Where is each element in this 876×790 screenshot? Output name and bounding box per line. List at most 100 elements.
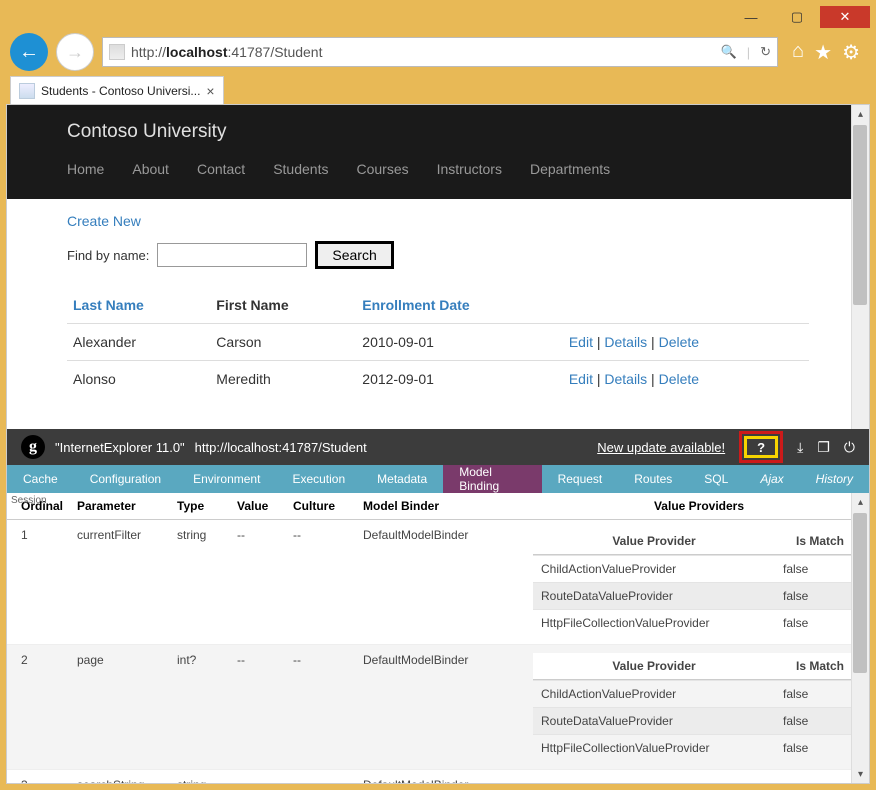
browser-tab[interactable]: Students - Contoso Universi... × <box>10 76 224 104</box>
nav-link-instructors[interactable]: Instructors <box>437 161 502 177</box>
details-link[interactable]: Details <box>604 371 647 387</box>
settings-icon[interactable]: ⚙ <box>842 40 860 65</box>
glimpse-update-link[interactable]: New update available! <box>597 440 725 455</box>
nav-link-departments[interactable]: Departments <box>530 161 610 177</box>
titlebar: — ▢ ✕ <box>6 6 870 32</box>
vp-name: ChildActionValueProvider <box>533 681 775 707</box>
minimize-button[interactable]: — <box>728 6 774 28</box>
vp-row: HttpFileCollectionValueProviderfalse <box>533 609 865 636</box>
nav-link-students[interactable]: Students <box>273 161 328 177</box>
glimpse-tabs: CacheConfigurationEnvironmentExecutionMe… <box>7 465 869 493</box>
url-text: http://localhost:41787/Student <box>131 44 721 60</box>
table-row: AlonsoMeredith2012-09-01Edit | Details |… <box>67 361 809 398</box>
chrome-buttons: ⌂ ★ ⚙ <box>786 40 866 65</box>
glimpse-tab-model-binding[interactable]: Model Binding <box>443 465 541 493</box>
site-brand[interactable]: Contoso University <box>67 121 809 143</box>
glimpse-tab-configuration[interactable]: Configuration <box>74 465 177 493</box>
glimpse-tab-history[interactable]: History <box>800 465 869 493</box>
cell-culture: -- <box>289 770 359 783</box>
cell-actions: Edit | Details | Delete <box>563 324 809 361</box>
addr-divider: | <box>747 45 750 60</box>
nav-link-about[interactable]: About <box>132 161 169 177</box>
hdr-parameter: Parameter <box>73 493 173 519</box>
cell-last: Alonso <box>67 361 210 398</box>
details-link[interactable]: Details <box>604 334 647 350</box>
back-button[interactable]: ← <box>10 33 48 71</box>
col-last-name[interactable]: Last Name <box>73 297 144 313</box>
glimpse-tab-metadata[interactable]: Metadata <box>361 465 443 493</box>
glimpse-tab-routes[interactable]: Routes <box>618 465 688 493</box>
glimpse-help-button[interactable]: ? <box>744 436 778 458</box>
cell-value: -- <box>233 645 289 769</box>
glimpse-tab-ajax[interactable]: Ajax <box>744 465 799 493</box>
cell-binder: DefaultModelBinder <box>359 770 529 783</box>
cell-type: string <box>173 520 233 644</box>
value-providers: Value ProviderIs MatchChildActionValuePr… <box>529 770 869 783</box>
address-bar[interactable]: http://localhost:41787/Student 🔍 | ↻ <box>102 37 778 67</box>
cell-last: Alexander <box>67 324 210 361</box>
scroll-thumb[interactable] <box>853 125 867 305</box>
nav-link-home[interactable]: Home <box>67 161 104 177</box>
edit-link[interactable]: Edit <box>569 334 593 350</box>
search-button[interactable]: Search <box>315 241 393 269</box>
create-new-link[interactable]: Create New <box>67 213 141 229</box>
glimpse-panel: g "InternetExplorer 11.0" http://localho… <box>7 429 869 783</box>
vp-hdr-provider: Value Provider <box>533 528 775 554</box>
cell-actions: Edit | Details | Delete <box>563 361 809 398</box>
forward-button[interactable]: → <box>56 33 94 71</box>
glimpse-scroll-up-icon[interactable]: ▴ <box>852 493 869 511</box>
cell-value: -- <box>233 520 289 644</box>
glimpse-tab-cache[interactable]: Cache <box>7 465 74 493</box>
nav-links: Home About Contact Students Courses Instructo… <box>67 161 809 177</box>
glimpse-grid-header: Ordinal Parameter Type Value Culture Mod… <box>7 493 869 520</box>
vp-name: HttpFileCollectionValueProvider <box>533 735 775 761</box>
vp-name: ChildActionValueProvider <box>533 556 775 582</box>
cell-culture: -- <box>289 520 359 644</box>
tab-strip: Students - Contoso Universi... × <box>6 72 870 104</box>
tab-title: Students - Contoso Universi... <box>41 84 200 98</box>
scroll-up-icon[interactable]: ▴ <box>852 105 869 123</box>
glimpse-logo-icon[interactable]: g <box>21 435 45 459</box>
glimpse-scroll-down-icon[interactable]: ▾ <box>852 765 869 783</box>
forward-arrow-icon: → <box>66 42 84 63</box>
tab-close-icon[interactable]: × <box>206 83 214 99</box>
glimpse-help-highlight: ? <box>739 431 783 463</box>
maximize-button[interactable]: ▢ <box>774 6 820 28</box>
find-label: Find by name: <box>67 248 149 263</box>
url-prefix: http:// <box>131 44 166 60</box>
col-enroll-date[interactable]: Enrollment Date <box>362 297 469 313</box>
glimpse-tab-environment[interactable]: Environment <box>177 465 276 493</box>
glimpse-scroll-thumb[interactable] <box>853 513 867 673</box>
browser-window: — ▢ ✕ ← → http://localhost:41787/Student… <box>0 0 876 790</box>
delete-link[interactable]: Delete <box>659 334 699 350</box>
glimpse-row: 1currentFilterstring----DefaultModelBind… <box>7 520 869 645</box>
glimpse-tab-sql[interactable]: SQL <box>688 465 744 493</box>
students-table: Last Name First Name Enrollment Date Ale… <box>67 287 809 397</box>
cell-parameter: page <box>73 645 173 769</box>
hdr-type: Type <box>173 493 233 519</box>
cell-first: Carson <box>210 324 356 361</box>
glimpse-scrollbar[interactable]: ▴ ▾ <box>851 493 869 783</box>
glimpse-row: 2pageint?----DefaultModelBinderValue Pro… <box>7 645 869 770</box>
edit-link[interactable]: Edit <box>569 371 593 387</box>
glimpse-minimize-icon[interactable]: ⤓ <box>797 439 803 456</box>
nav-link-courses[interactable]: Courses <box>356 161 408 177</box>
vp-row: ChildActionValueProviderfalse <box>533 555 865 582</box>
glimpse-tab-request[interactable]: Request <box>542 465 619 493</box>
glimpse-power-icon[interactable]: ⏻ <box>844 439 855 456</box>
delete-link[interactable]: Delete <box>659 371 699 387</box>
glimpse-tab-execution[interactable]: Execution <box>276 465 361 493</box>
favorites-icon[interactable]: ★ <box>814 40 832 65</box>
close-button[interactable]: ✕ <box>820 6 870 28</box>
vp-row: ChildActionValueProviderfalse <box>533 680 865 707</box>
nav-link-contact[interactable]: Contact <box>197 161 245 177</box>
cell-enroll: 2010-09-01 <box>356 324 563 361</box>
glimpse-body: ▴ ▾ Session Ordinal Parameter Type Value… <box>7 493 869 783</box>
refresh-icon[interactable]: ↻ <box>760 44 771 60</box>
url-rest: :41787/Student <box>228 44 323 60</box>
home-icon[interactable]: ⌂ <box>792 40 804 65</box>
glimpse-popout-icon[interactable]: ❐ <box>817 439 830 456</box>
search-icon[interactable]: 🔍 <box>721 44 737 60</box>
vp-row: HttpFileCollectionValueProviderfalse <box>533 734 865 761</box>
find-input[interactable] <box>157 243 307 267</box>
